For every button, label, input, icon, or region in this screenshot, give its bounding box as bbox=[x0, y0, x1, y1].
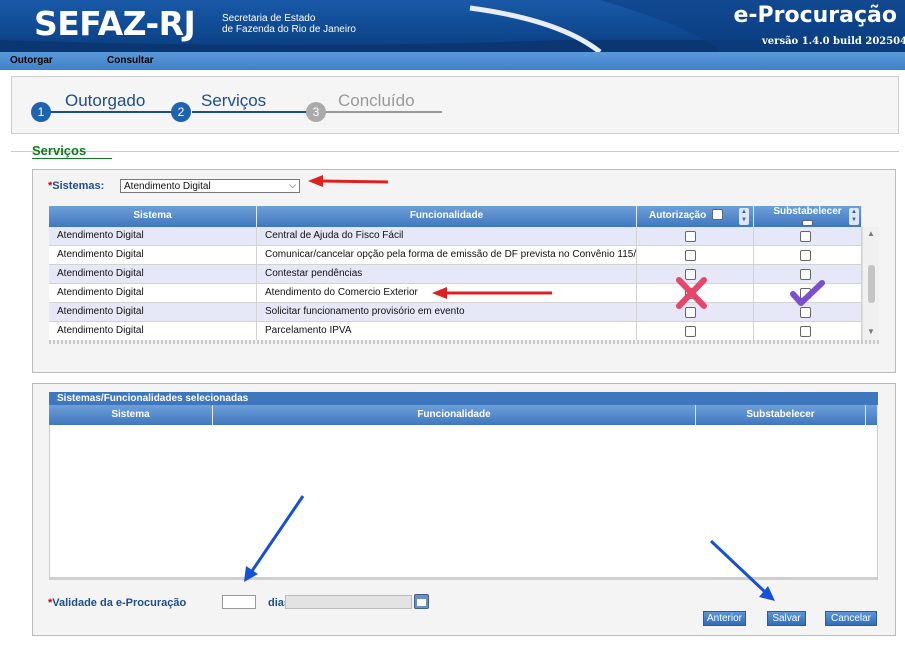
divider bbox=[11, 151, 899, 152]
grid-horizontal-scroll[interactable] bbox=[49, 340, 879, 344]
autorizacao-checkbox[interactable] bbox=[685, 288, 696, 299]
cell-funcionalidade: Atendimento do Comercio Exterior bbox=[257, 284, 637, 303]
anterior-button[interactable]: Anterior bbox=[703, 611, 746, 626]
cell-autorizacao bbox=[637, 303, 754, 322]
cell-sistema: Atendimento Digital bbox=[49, 227, 257, 246]
cell-substabelecer bbox=[754, 303, 862, 322]
col-autorizacao[interactable]: Autorização bbox=[637, 206, 754, 227]
cell-funcionalidade: Parcelamento IPVA bbox=[257, 322, 637, 341]
chevron-down-icon: ⌵ bbox=[289, 180, 296, 190]
validade-dias-input[interactable] bbox=[222, 595, 256, 609]
app-header: SEFAZ-RJ Secretaria de Estado de Fazenda… bbox=[0, 0, 905, 52]
substabelecer-checkbox[interactable] bbox=[800, 269, 811, 280]
cell-funcionalidade: Central de Ajuda do Fisco Fácil bbox=[257, 227, 637, 246]
menu-item-outorgar[interactable]: Outorgar bbox=[10, 55, 53, 66]
brand-logo: SEFAZ-RJ bbox=[34, 4, 196, 43]
menu-item-consultar[interactable]: Consultar bbox=[107, 55, 154, 66]
cell-sistema: Atendimento Digital bbox=[49, 246, 257, 265]
autorizacao-checkbox[interactable] bbox=[685, 326, 696, 337]
version-label: versão 1.4.0 build 20250411- bbox=[762, 36, 905, 47]
select-all-autorizacao-checkbox[interactable] bbox=[712, 209, 724, 220]
cell-sistema: Atendimento Digital bbox=[49, 284, 257, 303]
selected-grid-body bbox=[49, 425, 878, 580]
step-2-label: Serviços bbox=[201, 91, 267, 110]
section-underline bbox=[32, 158, 112, 159]
autorizacao-checkbox[interactable] bbox=[685, 269, 696, 280]
table-row[interactable]: Atendimento Digital Parcelamento IPVA bbox=[49, 322, 862, 341]
autorizacao-checkbox[interactable] bbox=[685, 231, 696, 242]
table-row[interactable]: Atendimento Digital Solicitar funcionamen… bbox=[49, 303, 862, 322]
col-substabelecer[interactable]: Substabelecer bbox=[754, 206, 862, 227]
sistemas-label: *Sistemas: bbox=[48, 180, 105, 192]
table-row[interactable]: Atendimento Digital Contestar pendências bbox=[49, 265, 862, 284]
cell-sistema: Atendimento Digital bbox=[49, 303, 257, 322]
cell-funcionalidade: Solicitar funcionamento provisório em ev… bbox=[257, 303, 637, 322]
substabelecer-checkbox[interactable] bbox=[800, 231, 811, 242]
cell-funcionalidade: Comunicar/cancelar opção pela forma de e… bbox=[257, 246, 637, 265]
grid-scrollbar[interactable]: ▲ ▼ bbox=[862, 227, 879, 342]
validade-label: *Validade da e-Procuração bbox=[48, 597, 187, 609]
cell-sistema: Atendimento Digital bbox=[49, 322, 257, 341]
select-all-substabelecer-checkbox[interactable] bbox=[802, 220, 813, 226]
table-row[interactable]: Atendimento Digital Central de Ajuda do F… bbox=[49, 227, 862, 246]
col-sistema[interactable]: Sistema bbox=[49, 206, 257, 227]
brand-subtitle: Secretaria de Estado de Fazenda do Rio d… bbox=[222, 13, 356, 35]
step-connector bbox=[40, 111, 180, 113]
table-row[interactable]: Atendimento Digital Atendimento do Comerc… bbox=[49, 284, 862, 303]
substabelecer-checkbox[interactable] bbox=[800, 250, 811, 261]
cell-sistema: Atendimento Digital bbox=[49, 265, 257, 284]
product-name: e-Procuração bbox=[733, 3, 897, 28]
cell-autorizacao bbox=[637, 227, 754, 246]
wizard-steps: 1 Outorgado 2 Serviços 3 Concluído bbox=[11, 76, 899, 134]
step-2-number: 2 bbox=[171, 102, 191, 122]
cell-autorizacao bbox=[637, 265, 754, 284]
scroll-down-icon[interactable]: ▼ bbox=[867, 327, 875, 336]
scroll-thumb[interactable] bbox=[868, 265, 875, 303]
step-1-label: Outorgado bbox=[65, 91, 146, 110]
selected-grid-caption: Sistemas/Funcionalidades selecionadas bbox=[49, 392, 878, 405]
table-row[interactable]: Atendimento Digital Comunicar/cancelar op… bbox=[49, 246, 862, 265]
sel-col-sistema[interactable]: Sistema bbox=[49, 405, 213, 425]
step-3-number: 3 bbox=[306, 102, 326, 122]
cell-autorizacao bbox=[637, 246, 754, 265]
cell-autorizacao bbox=[637, 284, 754, 303]
sort-arrows-icon[interactable]: ▲ ▼ bbox=[739, 208, 749, 225]
cell-substabelecer bbox=[754, 227, 862, 246]
sistemas-select[interactable]: Atendimento Digital ⌵ bbox=[120, 179, 300, 193]
autorizacao-checkbox[interactable] bbox=[685, 250, 696, 261]
col-funcionalidade[interactable]: Funcionalidade bbox=[257, 206, 637, 227]
cell-substabelecer bbox=[754, 246, 862, 265]
cell-substabelecer bbox=[754, 265, 862, 284]
sel-col-spacer bbox=[866, 405, 878, 425]
cell-funcionalidade: Contestar pendências bbox=[257, 265, 637, 284]
sel-col-funcionalidade[interactable]: Funcionalidade bbox=[213, 405, 696, 425]
step-1-number: 1 bbox=[31, 102, 51, 122]
cell-substabelecer bbox=[754, 322, 862, 341]
scroll-up-icon[interactable]: ▲ bbox=[867, 229, 875, 238]
cell-substabelecer bbox=[754, 284, 862, 303]
calendar-icon[interactable] bbox=[414, 594, 429, 609]
cancelar-button[interactable]: Cancelar bbox=[825, 611, 877, 626]
substabelecer-checkbox[interactable] bbox=[800, 307, 811, 318]
substabelecer-checkbox[interactable] bbox=[800, 326, 811, 337]
menu-bar: Outorgar Consultar bbox=[0, 52, 905, 70]
substabelecer-checkbox[interactable] bbox=[800, 288, 811, 299]
cell-autorizacao bbox=[637, 322, 754, 341]
section-title: Serviços bbox=[32, 143, 87, 158]
sort-arrows-icon[interactable]: ▲ ▼ bbox=[849, 208, 859, 225]
salvar-button[interactable]: Salvar bbox=[767, 611, 806, 626]
validade-date-field bbox=[285, 595, 412, 609]
page: SEFAZ-RJ Secretaria de Estado de Fazenda… bbox=[0, 0, 905, 647]
step-connector bbox=[192, 111, 312, 113]
sel-col-substabelecer[interactable]: Substabelecer bbox=[696, 405, 866, 425]
step-3-label: Concluído bbox=[338, 91, 415, 110]
step-connector bbox=[322, 111, 442, 113]
autorizacao-checkbox[interactable] bbox=[685, 307, 696, 318]
